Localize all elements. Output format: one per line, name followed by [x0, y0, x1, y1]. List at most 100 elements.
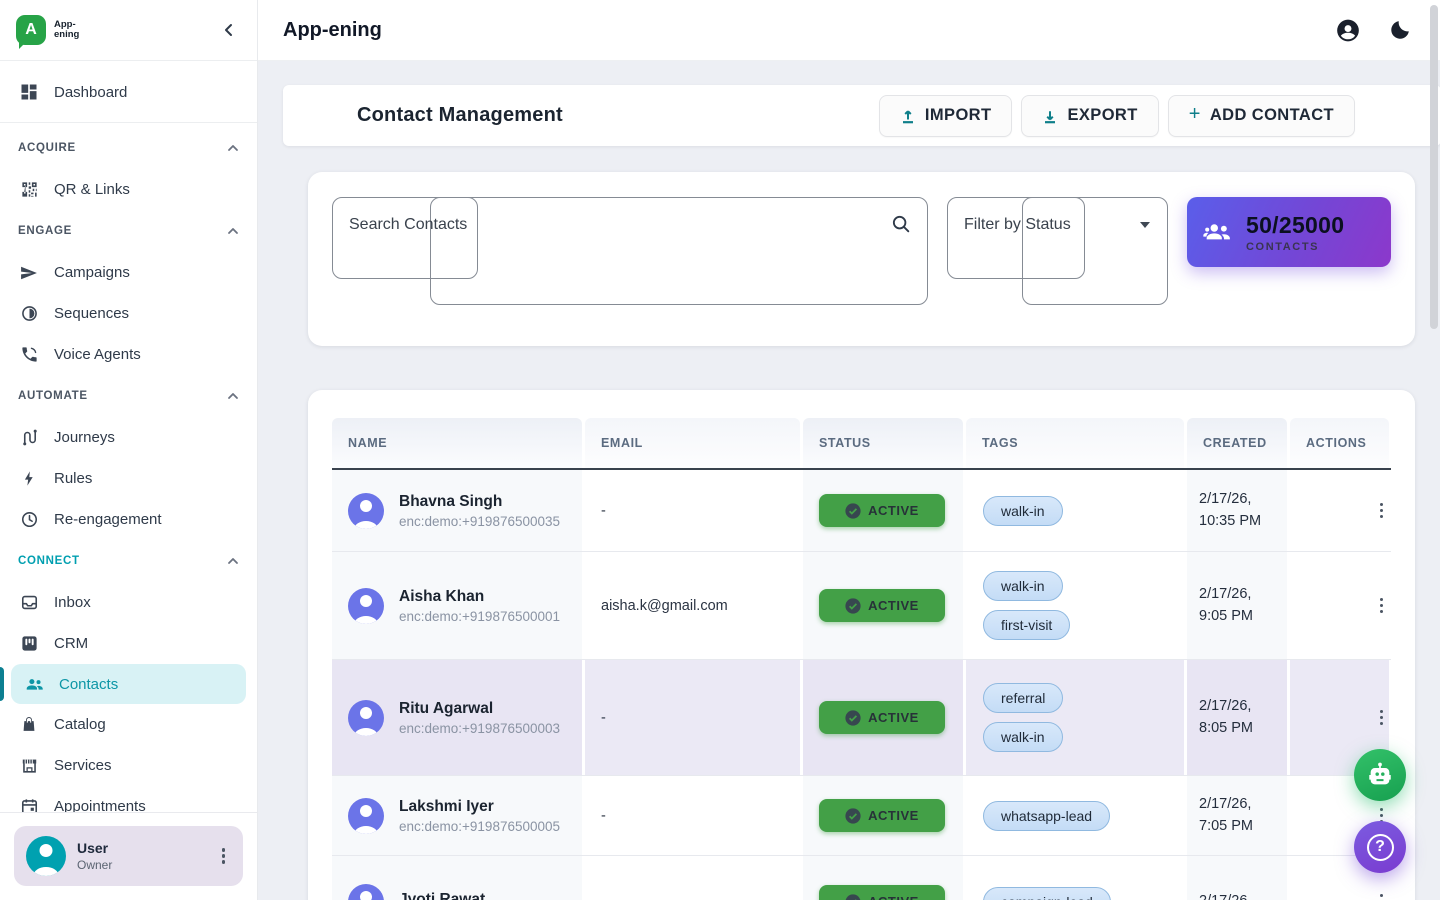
chevron-up-icon	[227, 225, 239, 237]
created-time: 8:05 PM	[1199, 718, 1253, 739]
sidebar-item-inbox[interactable]: Inbox	[0, 582, 257, 623]
content: Contact Management IMPORT EXPORT + ADD C…	[258, 61, 1440, 900]
table-row[interactable]: Bhavna Singh enc:demo:+919876500035 - AC…	[332, 470, 1391, 552]
sidebar-item-label: Sequences	[54, 305, 129, 322]
status-label: ACTIVE	[868, 808, 919, 823]
chevron-left-icon	[222, 23, 236, 37]
assistant-fab-button[interactable]	[1354, 749, 1406, 801]
export-button[interactable]: EXPORT	[1021, 95, 1158, 137]
chevron-up-icon	[227, 142, 239, 154]
sidebar-collapse-button[interactable]	[217, 18, 241, 42]
route-icon	[18, 427, 40, 449]
contact-name: Lakshmi Iyer	[399, 798, 560, 816]
check-circle-icon	[845, 710, 861, 726]
logo-letter: A	[25, 21, 37, 39]
column-header-email: EMAIL	[585, 418, 800, 468]
sidebar-item-label: Inbox	[54, 594, 91, 611]
account-circle-icon[interactable]	[1335, 17, 1361, 43]
row-actions-kebab-icon[interactable]	[1374, 497, 1390, 525]
status-badge: ACTIVE	[819, 494, 945, 527]
contact-avatar	[348, 588, 384, 624]
created-date: 2/17/26,	[1199, 696, 1253, 717]
sidebar-item-crm[interactable]: CRM	[0, 623, 257, 664]
shopping-bag-icon	[18, 714, 40, 736]
storefront-icon	[18, 755, 40, 777]
send-icon	[18, 262, 40, 284]
upload-icon	[900, 108, 916, 124]
created-date: 2/17/26,	[1199, 489, 1261, 510]
add-contact-button[interactable]: + ADD CONTACT	[1168, 95, 1355, 137]
sidebar-item-re-engagement[interactable]: Re-engagement	[0, 499, 257, 540]
phone-call-icon	[18, 344, 40, 366]
status-label: ACTIVE	[868, 503, 919, 518]
section-header-acquire[interactable]: ACQUIRE	[0, 127, 257, 169]
contact-avatar	[348, 493, 384, 529]
section-header-automate[interactable]: AUTOMATE	[0, 375, 257, 417]
table-row[interactable]: Jyoti Rawat ACTIVE campaign-lead 2/17/26	[332, 856, 1391, 900]
contacts-count: 50/25000	[1246, 212, 1344, 239]
sidebar-item-label: Re-engagement	[54, 511, 162, 528]
sidebar-item-voice-agents[interactable]: Voice Agents	[0, 334, 257, 375]
row-actions-kebab-icon[interactable]	[1374, 888, 1390, 900]
section-header-connect[interactable]: CONNECT	[0, 540, 257, 582]
sidebar-item-qr-links[interactable]: QR & Links	[0, 169, 257, 210]
sidebar-item-journeys[interactable]: Journeys	[0, 417, 257, 458]
sidebar-item-dashboard[interactable]: Dashboard	[0, 70, 257, 114]
check-circle-icon	[845, 894, 861, 900]
created-time: 9:05 PM	[1199, 606, 1253, 627]
tag-chip: first-visit	[983, 610, 1070, 640]
search-outline	[430, 197, 928, 305]
section-header-engage[interactable]: ENGAGE	[0, 210, 257, 252]
search-input[interactable]: Search Contacts	[332, 197, 928, 253]
sidebar-item-label: Dashboard	[54, 84, 127, 101]
table-row[interactable]: Aisha Khan enc:demo:+919876500001 aisha.…	[332, 552, 1391, 660]
contact-phone: enc:demo:+919876500005	[399, 819, 560, 834]
check-circle-icon	[845, 808, 861, 824]
logo-text: App- ening	[54, 20, 79, 41]
import-button[interactable]: IMPORT	[879, 95, 1013, 137]
sidebar-item-catalog[interactable]: Catalog	[0, 704, 257, 745]
filters-card: Search Contacts Filter by Status 50/2500…	[308, 172, 1415, 346]
topbar-title: App-ening	[283, 19, 382, 42]
sidebar-item-sequences[interactable]: Sequences	[0, 293, 257, 334]
lightning-bolt-icon	[18, 468, 40, 490]
tag-chip: walk-in	[983, 571, 1063, 601]
user-role: Owner	[77, 858, 112, 872]
tag-chip: whatsapp-lead	[983, 801, 1110, 831]
section-label: ENGAGE	[18, 225, 72, 237]
contact-phone: enc:demo:+919876500001	[399, 609, 560, 624]
status-filter-select[interactable]: Filter by Status	[947, 197, 1168, 253]
robot-assistant-icon	[1366, 761, 1394, 789]
people-icon	[23, 673, 45, 695]
check-circle-icon	[845, 503, 861, 519]
search-icon	[890, 213, 912, 235]
sidebar-item-contacts[interactable]: Contacts	[11, 664, 246, 704]
sidebar-item-rules[interactable]: Rules	[0, 458, 257, 499]
sidebar-item-services[interactable]: Services	[0, 745, 257, 786]
export-label: EXPORT	[1067, 106, 1137, 125]
user-card[interactable]: User Owner	[14, 826, 243, 886]
contact-avatar	[348, 798, 384, 834]
row-actions-kebab-icon[interactable]	[1374, 704, 1390, 732]
created-time: 7:05 PM	[1199, 816, 1253, 837]
plus-icon: +	[1189, 103, 1201, 126]
help-fab-button[interactable]: ?	[1354, 821, 1406, 873]
user-menu-kebab-icon[interactable]	[216, 842, 232, 870]
created-date: 2/17/26,	[1199, 794, 1253, 815]
row-actions-kebab-icon[interactable]	[1374, 592, 1390, 620]
section-label: CONNECT	[18, 555, 80, 567]
table-row[interactable]: Lakshmi Iyer enc:demo:+919876500005 - AC…	[332, 776, 1391, 856]
vertical-scrollbar[interactable]	[1430, 5, 1438, 329]
sidebar-header: A App- ening	[0, 0, 257, 61]
contact-phone: enc:demo:+919876500035	[399, 514, 560, 529]
dark-mode-moon-icon[interactable]	[1387, 17, 1413, 43]
import-label: IMPORT	[925, 106, 992, 125]
table-row[interactable]: Ritu Agarwal enc:demo:+919876500003 - AC…	[332, 660, 1391, 776]
check-circle-icon	[845, 598, 861, 614]
dropdown-arrow-icon	[1140, 222, 1150, 228]
contact-avatar	[348, 884, 384, 900]
sidebar-item-campaigns[interactable]: Campaigns	[0, 252, 257, 293]
created-date: 2/17/26,	[1199, 584, 1253, 605]
status-label: ACTIVE	[868, 710, 919, 725]
contact-name: Ritu Agarwal	[399, 700, 560, 718]
